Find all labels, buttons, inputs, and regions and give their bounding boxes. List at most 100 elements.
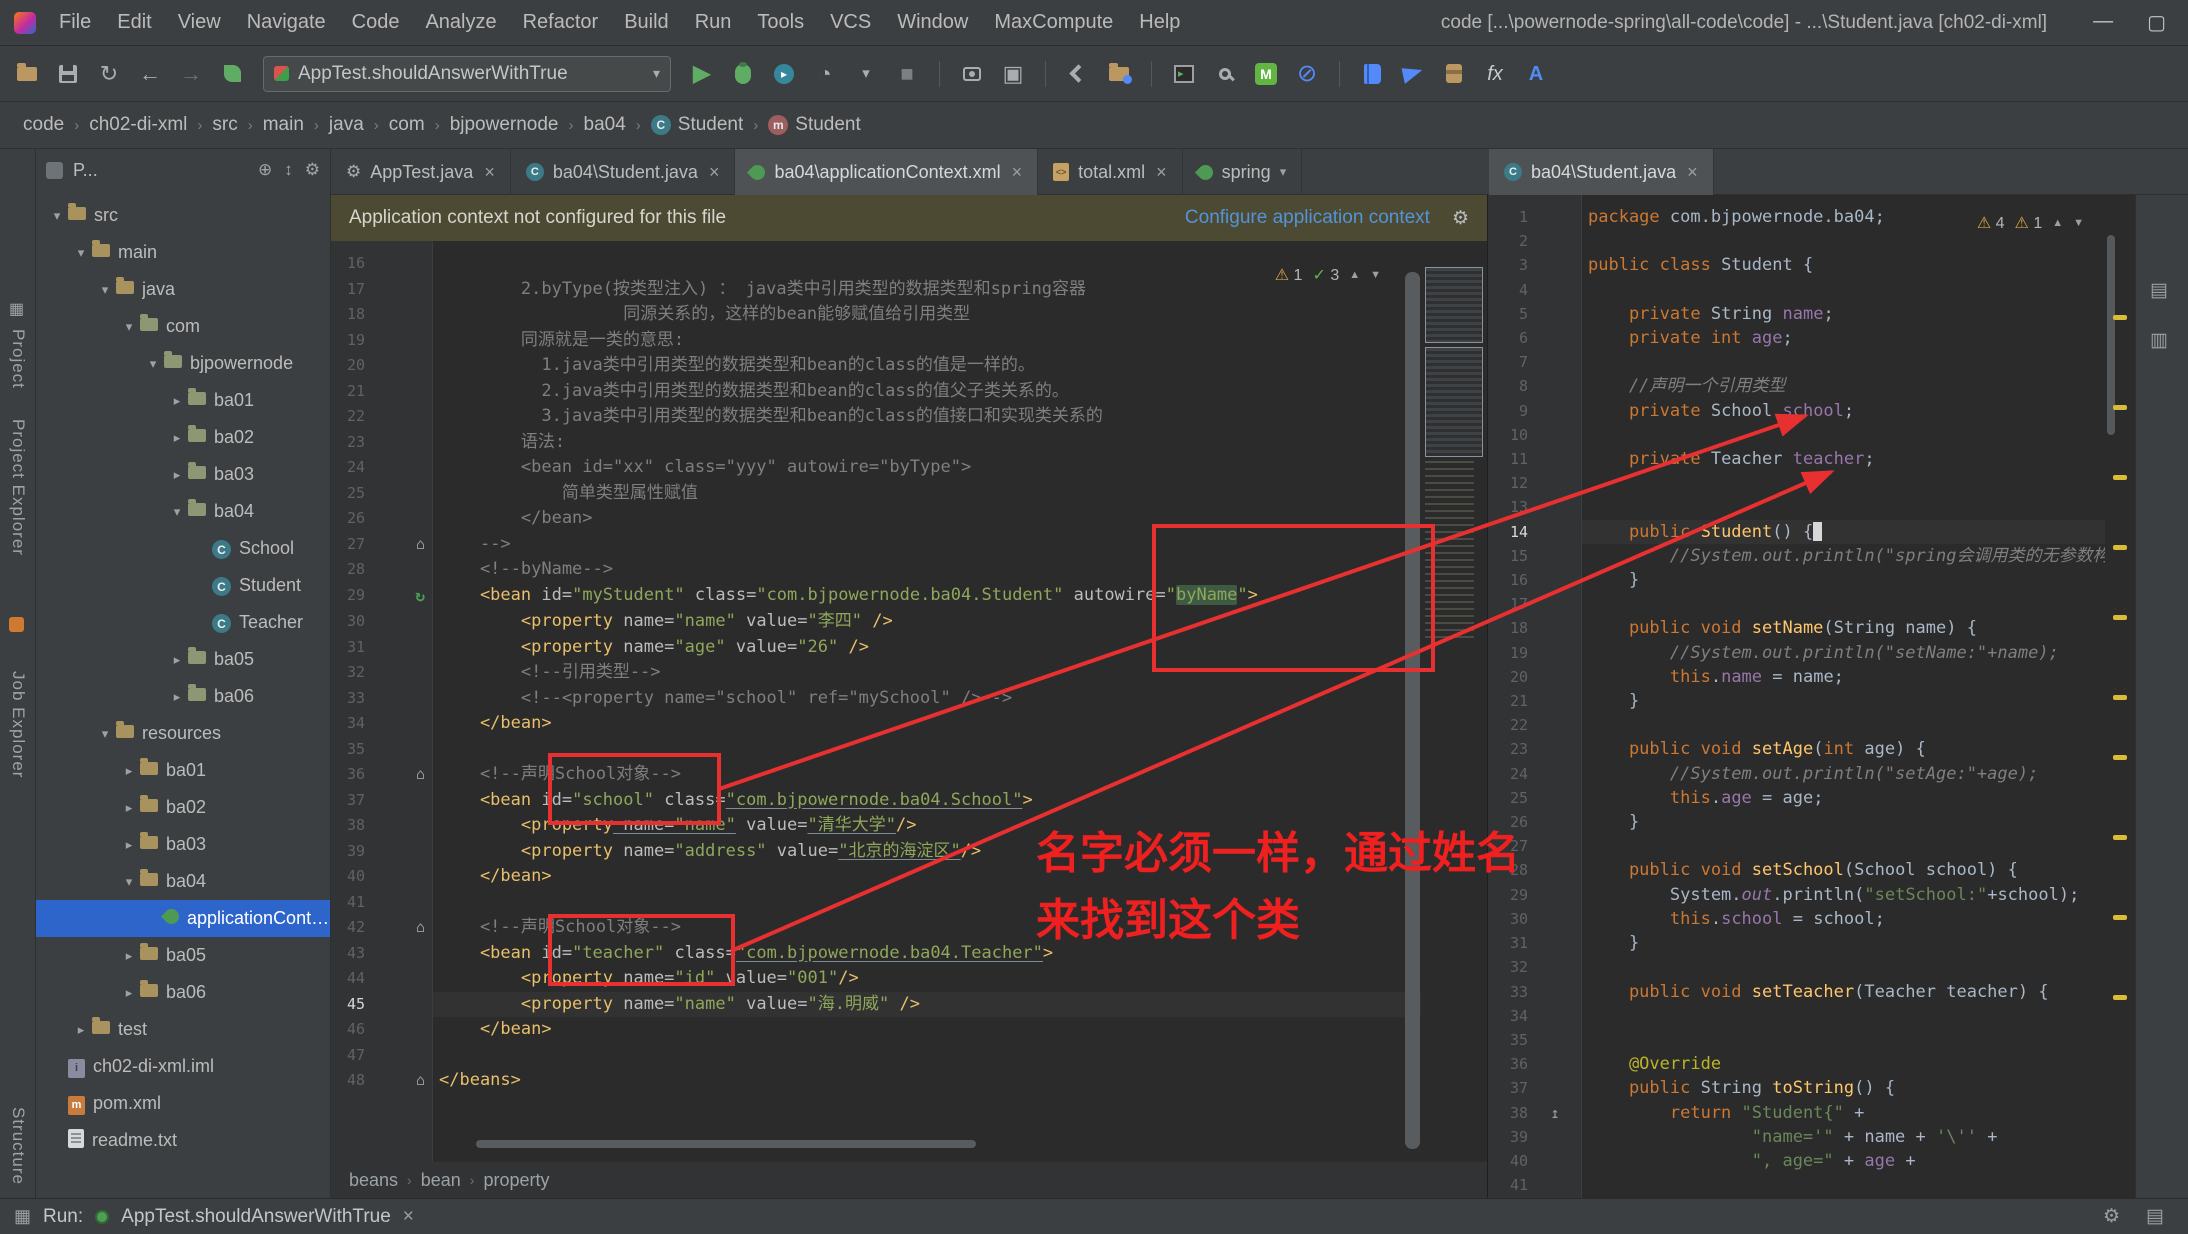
- menu-item-analyze[interactable]: Analyze: [412, 0, 509, 46]
- profiler-dropdown-icon[interactable]: ▾: [849, 57, 883, 91]
- tree-item-ba02[interactable]: ▸ba02: [36, 419, 330, 456]
- code-line[interactable]: 42⌂ <!--声明School对象-->: [331, 915, 1487, 941]
- error-stripe[interactable]: [2105, 195, 2135, 1198]
- tree-chevron-icon[interactable]: ▸: [118, 985, 140, 1001]
- gear-icon[interactable]: ⚙: [2103, 1205, 2120, 1228]
- menu-item-maxcompute[interactable]: MaxCompute: [981, 0, 1126, 46]
- code-line[interactable]: 6 private int age;: [1488, 326, 2105, 350]
- code-line[interactable]: 47: [331, 1043, 1487, 1069]
- code-line[interactable]: 29 System.out.println("setSchool:"+schoo…: [1488, 883, 2105, 907]
- project-folder-icon[interactable]: [1102, 57, 1136, 91]
- panel-menu-icon[interactable]: ▤: [2146, 1205, 2164, 1228]
- tree-item-com[interactable]: ▾com: [36, 308, 330, 345]
- tree-item-school[interactable]: CSchool: [36, 530, 330, 567]
- chevron-down-icon[interactable]: ▾: [1280, 164, 1287, 180]
- menu-item-code[interactable]: Code: [339, 0, 413, 46]
- warning-stripe-mark[interactable]: [2113, 835, 2127, 840]
- toolwindow-switcher-icon[interactable]: ▦: [14, 1206, 31, 1227]
- menu-item-refactor[interactable]: Refactor: [510, 0, 612, 46]
- code-line[interactable]: 36⌂ <!--声明School对象-->: [331, 762, 1487, 788]
- tree-item-student[interactable]: CStudent: [36, 567, 330, 604]
- tree-item-java[interactable]: ▾java: [36, 271, 330, 308]
- tree-chevron-icon[interactable]: ▸: [166, 467, 188, 483]
- code-line[interactable]: 19 //System.out.println("setName:"+name)…: [1488, 641, 2105, 665]
- code-line[interactable]: 3public class Student {: [1488, 253, 2105, 277]
- toolwindow-structure[interactable]: Structure: [8, 1107, 28, 1185]
- tree-item-teacher[interactable]: CTeacher: [36, 604, 330, 641]
- tree-item-readme-txt[interactable]: readme.txt: [36, 1122, 330, 1159]
- breadcrumb-item-bjpowernode[interactable]: bjpowernode: [445, 114, 564, 136]
- code-line[interactable]: 4: [1488, 278, 2105, 302]
- code-line[interactable]: 10: [1488, 423, 2105, 447]
- tab-ba04-student-java[interactable]: Cba04\Student.java×: [511, 149, 736, 195]
- right-strip-icon[interactable]: ▤: [2150, 279, 2168, 302]
- code-line[interactable]: 21 }: [1488, 689, 2105, 713]
- code-line[interactable]: 36 @Override: [1488, 1052, 2105, 1076]
- coverage-icon[interactable]: ▸: [767, 57, 801, 91]
- tree-item-test[interactable]: ▸test: [36, 1011, 330, 1048]
- code-line[interactable]: 38↥ return "Student{" +: [1488, 1101, 2105, 1125]
- prev-issue-icon[interactable]: ▲: [1349, 269, 1360, 281]
- code-line[interactable]: 48⌂</beans>: [331, 1068, 1487, 1094]
- code-line[interactable]: 37 <bean id="school" class="com.bjpowern…: [331, 788, 1487, 814]
- tree-chevron-icon[interactable]: ▸: [118, 837, 140, 853]
- menu-item-edit[interactable]: Edit: [104, 0, 164, 46]
- fly-icon[interactable]: [1396, 57, 1430, 91]
- code-line[interactable]: 25 this.age = age;: [1488, 786, 2105, 810]
- code-line[interactable]: 14 public Student() {: [1488, 520, 2105, 544]
- warning-stripe-mark[interactable]: [2113, 915, 2127, 920]
- tree-chevron-icon[interactable]: ▸: [166, 689, 188, 705]
- deploy-icon[interactable]: ▣: [996, 57, 1030, 91]
- editor-breadcrumb-beans[interactable]: beans: [349, 1170, 398, 1191]
- xml-editor[interactable]: 1617 2.byType(按类型注入) ： java类中引用类型的数据类型和s…: [331, 241, 1487, 1162]
- tree-chevron-icon[interactable]: ▸: [70, 1022, 92, 1038]
- code-line[interactable]: 12: [1488, 471, 2105, 495]
- right-strip-icon[interactable]: ▥: [2150, 329, 2168, 352]
- code-line[interactable]: 22: [1488, 713, 2105, 737]
- code-line[interactable]: 5 private String name;: [1488, 302, 2105, 326]
- open-icon[interactable]: [10, 57, 44, 91]
- menu-item-file[interactable]: File: [46, 0, 104, 46]
- tree-item-ba04[interactable]: ▾ba04: [36, 863, 330, 900]
- tab-ba04-applicationcontext-xml[interactable]: ba04\applicationContext.xml×: [735, 149, 1038, 195]
- tree-chevron-icon[interactable]: ▸: [166, 430, 188, 446]
- breadcrumb-item-java[interactable]: java: [324, 114, 369, 136]
- scrollbar[interactable]: [1404, 241, 1421, 1162]
- tree-item-ba02[interactable]: ▸ba02: [36, 789, 330, 826]
- explorer-icon[interactable]: [9, 617, 24, 632]
- code-line[interactable]: 28 <!--byName-->: [331, 557, 1487, 583]
- code-line[interactable]: 16 }: [1488, 568, 2105, 592]
- run-tab[interactable]: AppTest.shouldAnswerWithTrue: [121, 1206, 391, 1228]
- tab-close-icon[interactable]: ×: [1156, 162, 1167, 183]
- back-icon[interactable]: ←: [133, 57, 167, 91]
- code-line[interactable]: 32: [1488, 955, 2105, 979]
- tree-item-ba06[interactable]: ▸ba06: [36, 974, 330, 1011]
- debug-icon[interactable]: [726, 57, 760, 91]
- code-line[interactable]: 21 2.java类中引用类型的数据类型和bean的class的值父子类关系的。: [331, 379, 1487, 405]
- code-line[interactable]: 24 //System.out.println("setAge:"+age);: [1488, 762, 2105, 786]
- code-line[interactable]: 27: [1488, 834, 2105, 858]
- code-line[interactable]: 13: [1488, 495, 2105, 519]
- code-line[interactable]: 35: [1488, 1028, 2105, 1052]
- maxcompute-icon[interactable]: M: [1249, 57, 1283, 91]
- block-icon[interactable]: ⊘: [1290, 57, 1324, 91]
- tree-item-src[interactable]: ▾src: [36, 197, 330, 234]
- code-line[interactable]: 43 <bean id="teacher" class="com.bjpower…: [331, 941, 1487, 967]
- code-line[interactable]: 40 ", age=" + age +: [1488, 1149, 2105, 1173]
- capture-icon[interactable]: [955, 57, 989, 91]
- code-line[interactable]: 45 <property name="name" value="海.明威" />: [331, 992, 1487, 1018]
- code-line[interactable]: 8 //声明一个引用类型: [1488, 374, 2105, 398]
- tree-chevron-icon[interactable]: ▾: [118, 874, 140, 890]
- minimize-button[interactable]: —: [2093, 10, 2113, 35]
- tree-chevron-icon[interactable]: ▾: [166, 504, 188, 520]
- collapse-all-icon[interactable]: ↕: [284, 160, 293, 180]
- panel-settings-icon[interactable]: ⚙: [305, 160, 320, 180]
- close-icon[interactable]: ×: [403, 1206, 414, 1228]
- code-line[interactable]: 20 1.java类中引用类型的数据类型和bean的class的值是一样的。: [331, 353, 1487, 379]
- menu-item-window[interactable]: Window: [884, 0, 981, 46]
- toolwindow-project-explorer[interactable]: Project Explorer: [8, 419, 28, 556]
- warning-stripe-mark[interactable]: [2113, 315, 2127, 320]
- editor-breadcrumb-property[interactable]: property: [483, 1170, 549, 1191]
- code-line[interactable]: 40 </bean>: [331, 864, 1487, 890]
- tree-item-applicationcontext-xml[interactable]: applicationContext.xml: [36, 900, 330, 937]
